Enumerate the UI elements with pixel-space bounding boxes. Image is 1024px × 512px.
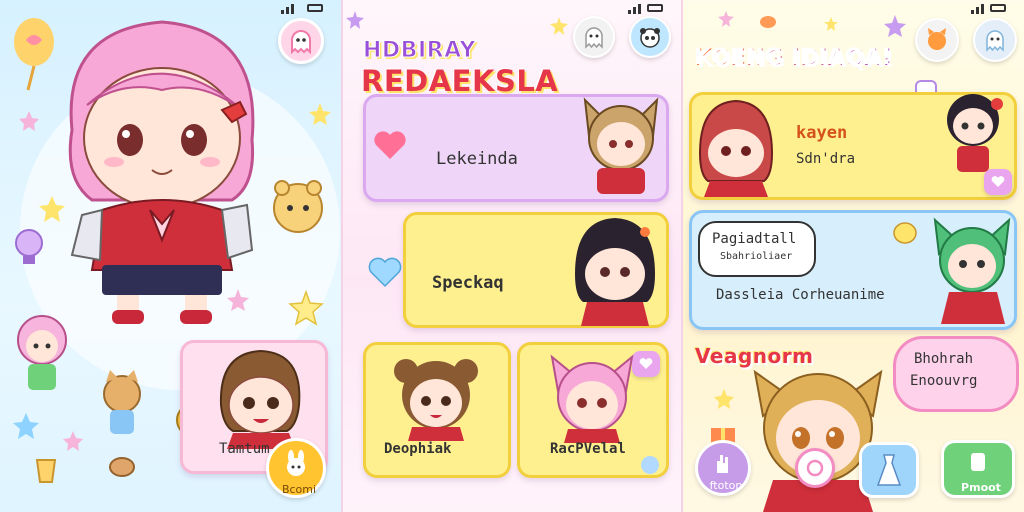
hand-icon <box>717 455 728 473</box>
star-icon <box>19 111 39 131</box>
action-fab-label: Bcomi <box>281 483 317 496</box>
character-portrait <box>219 349 301 449</box>
menu-card-3[interactable]: Deophiak <box>363 342 511 478</box>
speech-bubble-2: Bhohrah Enoouvrg <box>893 336 1019 412</box>
star-icon <box>718 11 734 27</box>
fox-icon <box>928 28 946 50</box>
black-hair-character <box>575 218 655 326</box>
status-bar <box>280 0 323 14</box>
left-action-button[interactable]: ftoton <box>695 440 751 496</box>
ghost-button[interactable] <box>278 18 324 64</box>
left-action-label: ftoton <box>709 479 743 492</box>
star-icon <box>824 17 838 31</box>
ghost-icon <box>986 30 1004 52</box>
chat-card-2-label: Dassleia Corheuanime <box>716 287 885 303</box>
panda-icon <box>640 28 660 48</box>
cat-sticker <box>103 370 141 434</box>
bunny-icon <box>287 450 305 476</box>
lightbulb-icon <box>15 229 43 264</box>
red-hair-character <box>698 99 774 197</box>
screen-character-profile: Tamtum Bcomi <box>0 0 341 512</box>
ghost-button[interactable] <box>973 18 1017 62</box>
menu-card-4-label: RacPVelal <box>550 441 626 457</box>
menu-card-2-label: Speckaq <box>432 273 504 293</box>
record-button[interactable] <box>795 448 835 488</box>
star-icon <box>288 290 324 326</box>
star-icon <box>63 431 83 451</box>
star-icon <box>13 413 39 439</box>
screen-chat: KOENG IDIAQA! kayen Sdn'dra Pagiadtall S… <box>683 0 1024 512</box>
star-icon <box>884 15 906 37</box>
chat-card-1-subtitle: Sdn'dra <box>796 151 856 167</box>
star-icon <box>550 17 568 35</box>
app-showcase: Tamtum Bcomi HDBIRAY REDAEKSLA Lekeinda <box>0 0 1024 512</box>
status-bar <box>971 0 1006 14</box>
small-character-sticker <box>17 315 67 390</box>
star-icon <box>714 389 734 409</box>
pink-cat-character <box>550 354 634 443</box>
star-icon <box>227 289 249 311</box>
speech-bubble-2-line2: Enoouvrg <box>910 373 978 389</box>
panda-button[interactable] <box>629 16 671 58</box>
cup-icon <box>35 459 57 483</box>
speech-bubble-1-line1: Pagiadtall <box>712 231 797 247</box>
menu-card-4[interactable]: RacPVelal <box>517 342 669 478</box>
record-icon <box>806 459 824 477</box>
character-name: Tamtum <box>219 441 270 457</box>
check-icon <box>641 456 659 474</box>
star-icon <box>309 103 331 125</box>
tag-icon <box>971 453 985 471</box>
chat-card-1-title: kayen <box>796 123 848 143</box>
ghost-button[interactable] <box>573 16 615 58</box>
bun-hair-character <box>394 359 478 441</box>
action-fab[interactable]: Bcomi <box>266 438 326 498</box>
speech-bubble-1-line2: Sbahrioliaer <box>720 251 793 262</box>
screen-title: KOENG IDIAQA! <box>695 46 893 71</box>
candy-icon <box>760 16 776 28</box>
sweat-bubble-icon <box>893 222 917 244</box>
star-icon <box>346 11 364 29</box>
fox-button[interactable] <box>915 18 959 62</box>
menu-card-3-label: Deophiak <box>384 441 452 457</box>
menu-card-1-label: Lekeinda <box>436 149 518 169</box>
green-hair-cat-character <box>933 217 1011 324</box>
main-character-illustration <box>68 20 255 324</box>
cat-girl-character <box>583 97 659 194</box>
blue-heart-icon <box>368 257 402 288</box>
screen-card-menu: HDBIRAY REDAEKSLA Lekeinda Speckaq Deoph… <box>341 0 683 512</box>
ghost-icon <box>291 30 311 54</box>
battery-icon <box>307 3 323 12</box>
girl-with-banana-character <box>947 94 1003 172</box>
cookie-icon <box>109 457 135 477</box>
bear-sticker <box>273 180 323 233</box>
right-action-label: Pmoot <box>961 481 1001 494</box>
heart-icon <box>374 131 406 159</box>
outfit-button[interactable] <box>859 442 919 498</box>
screen-title-line2: REDAEKSLA <box>361 64 559 98</box>
ghost-icon <box>585 27 603 49</box>
screen-title-line1: HDBIRAY <box>363 38 476 64</box>
status-bar <box>628 0 663 14</box>
speech-bubble-1: Pagiadtall Sbahrioliaer <box>698 221 816 277</box>
right-action-button[interactable]: Pmoot <box>941 440 1015 498</box>
speech-bubble-2-line1: Bhohrah <box>914 351 974 367</box>
star-icon <box>39 196 65 222</box>
dress-icon <box>876 454 902 486</box>
